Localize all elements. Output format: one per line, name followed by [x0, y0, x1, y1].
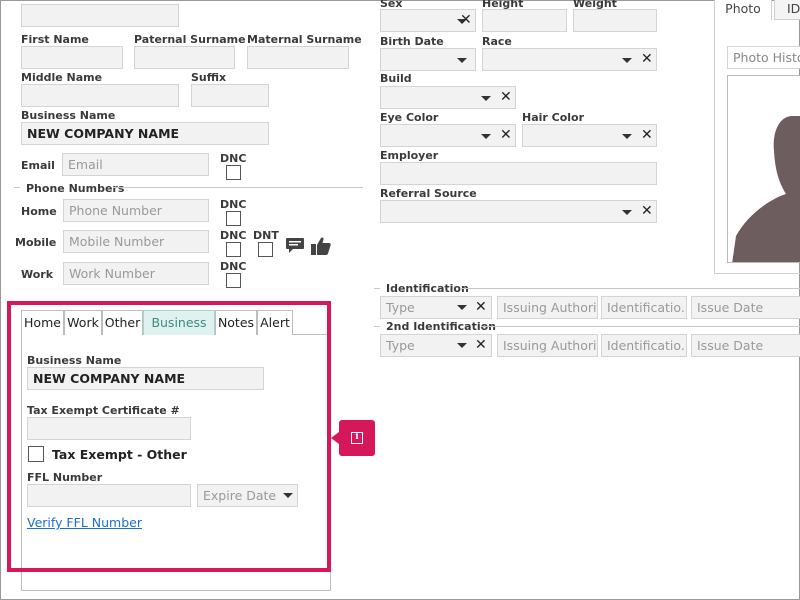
chat-bubble-icon[interactable]	[285, 237, 305, 255]
id-issuing-authority-input[interactable]: Issuing Authority	[497, 296, 598, 319]
race-select[interactable]	[482, 48, 657, 71]
employer-input[interactable]	[380, 162, 657, 185]
middle-name-input[interactable]	[21, 84, 179, 107]
build-select[interactable]	[380, 86, 516, 109]
maternal-surname-input[interactable]	[247, 46, 349, 69]
identification2-line-right	[481, 326, 800, 327]
mobile-phone-label: Mobile	[15, 236, 57, 249]
referral-source-select[interactable]	[380, 200, 657, 223]
middle-name-label: Middle Name	[21, 71, 103, 84]
mobile-dnc-checkbox[interactable]	[226, 242, 241, 257]
eye-color-label: Eye Color	[380, 111, 439, 124]
home-phone-label: Home	[21, 205, 57, 218]
home-dnc-label: DNC	[220, 198, 247, 211]
paternal-surname-input[interactable]	[134, 46, 235, 69]
height-input[interactable]	[482, 9, 567, 32]
thumbs-up-icon[interactable]	[310, 236, 332, 256]
maternal-surname-label: Maternal Surname	[247, 33, 362, 46]
first-name-label: First Name	[21, 33, 89, 46]
second-identification-section-label: 2nd Identification	[386, 320, 496, 333]
id2-issuing-authority-input[interactable]: Issuing Authority	[497, 334, 598, 357]
home-dnc-checkbox[interactable]	[226, 211, 241, 226]
identification-line-right	[460, 288, 800, 289]
work-phone-label: Work	[21, 268, 54, 281]
race-clear-icon[interactable]: ✕	[641, 52, 653, 66]
build-label: Build	[380, 72, 412, 85]
mobile-dnc-label: DNC	[220, 229, 247, 242]
mobile-dnt-checkbox[interactable]	[258, 242, 273, 257]
referral-source-clear-icon[interactable]: ✕	[641, 204, 653, 218]
employer-label: Employer	[380, 149, 439, 162]
identification2-line-left	[374, 326, 380, 327]
sex-clear-icon[interactable]: ✕	[460, 13, 472, 27]
email-dnc-label: DNC	[220, 152, 247, 165]
paternal-surname-label: Paternal Surname	[134, 33, 246, 46]
id2-issue-date-input[interactable]: Issue Date	[691, 334, 800, 357]
eye-color-clear-icon[interactable]: ✕	[500, 128, 512, 142]
identification-line-left	[374, 288, 380, 289]
birth-date-label: Birth Date	[380, 35, 444, 48]
top-field[interactable]	[21, 4, 179, 27]
tab-id[interactable]: ID	[774, 0, 800, 20]
photo-history-select[interactable]: Photo Histor	[727, 46, 800, 69]
phone-section-line-left	[14, 187, 20, 188]
suffix-label: Suffix	[191, 71, 227, 84]
birth-date-picker[interactable]	[380, 48, 476, 71]
suffix-input[interactable]	[191, 84, 269, 107]
id-type-clear-icon[interactable]: ✕	[475, 300, 487, 314]
id-number-input[interactable]: Identificatio...	[601, 296, 687, 319]
email-label: Email	[21, 159, 55, 172]
phone-section-line-right	[113, 187, 363, 188]
work-dnc-label: DNC	[220, 260, 247, 273]
hair-color-select[interactable]	[522, 124, 657, 147]
phone-numbers-section-label: Phone Numbers	[26, 182, 125, 195]
id2-type-caret-icon	[457, 343, 467, 348]
hair-color-clear-icon[interactable]: ✕	[641, 128, 653, 142]
id-type-caret-icon	[457, 305, 467, 310]
mobile-dnt-label: DNT	[253, 229, 279, 242]
business-name-input[interactable]: NEW COMPANY NAME	[21, 122, 269, 145]
info-icon: i	[351, 432, 363, 444]
info-callout[interactable]: i	[331, 420, 375, 456]
email-input[interactable]: Email	[62, 153, 209, 176]
business-name-label: Business Name	[21, 109, 116, 122]
race-label: Race	[482, 35, 512, 48]
work-dnc-checkbox[interactable]	[226, 273, 241, 288]
mobile-phone-input[interactable]: Mobile Number	[63, 230, 209, 253]
hair-color-label: Hair Color	[522, 111, 585, 124]
referral-source-label: Referral Source	[380, 187, 477, 200]
work-phone-input[interactable]: Work Number	[63, 262, 209, 285]
identification-section-label: Identification	[386, 282, 469, 295]
eye-color-select[interactable]	[380, 124, 516, 147]
id-issue-date-input[interactable]: Issue Date	[691, 296, 800, 319]
silhouette-photo	[732, 116, 800, 262]
id2-type-clear-icon[interactable]: ✕	[475, 338, 487, 352]
weight-input[interactable]	[573, 9, 657, 32]
highlight-box	[7, 301, 331, 572]
build-clear-icon[interactable]: ✕	[500, 90, 512, 104]
tab-photo[interactable]: Photo	[714, 0, 772, 20]
id2-number-input[interactable]: Identificatio...	[601, 334, 687, 357]
home-phone-input[interactable]: Phone Number	[63, 199, 209, 222]
first-name-input[interactable]	[21, 46, 123, 69]
photo-frame	[727, 75, 800, 263]
email-dnc-checkbox[interactable]	[226, 165, 241, 180]
